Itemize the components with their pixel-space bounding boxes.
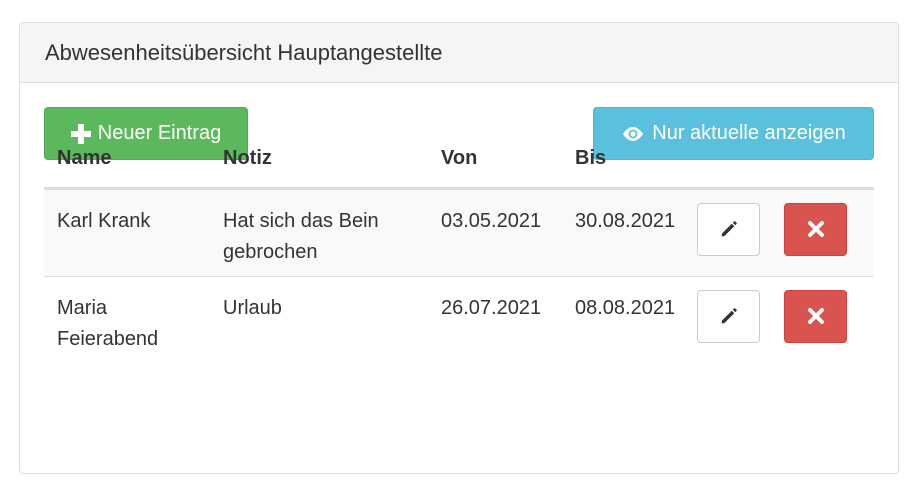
pencil-icon bbox=[721, 221, 737, 237]
cell-notiz: Urlaub bbox=[210, 275, 428, 364]
column-header-delete bbox=[784, 130, 874, 190]
panel-title: Abwesenheitsübersicht Hauptangestellte bbox=[45, 39, 443, 65]
absence-panel: Abwesenheitsübersicht Hauptangestellte N… bbox=[19, 22, 899, 474]
column-header-notiz: Notiz bbox=[210, 130, 428, 190]
table-row: Maria Feierabend Urlaub 26.07.2021 08.08… bbox=[44, 275, 874, 364]
column-header-name: Name bbox=[44, 130, 210, 190]
cell-von: 26.07.2021 bbox=[428, 275, 562, 364]
cell-bis: 30.08.2021 bbox=[562, 187, 697, 276]
cell-notiz: Hat sich das Bein gebrochen bbox=[210, 187, 428, 276]
pencil-icon bbox=[721, 308, 737, 324]
table-row: Karl Krank Hat sich das Bein gebrochen 0… bbox=[44, 187, 874, 276]
column-header-von: Von bbox=[428, 130, 562, 190]
cell-edit bbox=[697, 275, 784, 364]
cell-delete bbox=[784, 275, 874, 364]
edit-button[interactable] bbox=[697, 289, 760, 343]
absence-table: Name Notiz Von Bis Karl Krank Hat sich d… bbox=[44, 130, 874, 364]
table-header-row: Name Notiz Von Bis bbox=[44, 130, 874, 190]
cell-name: Maria Feierabend bbox=[44, 275, 210, 364]
cell-name: Karl Krank bbox=[44, 187, 210, 276]
cell-edit bbox=[697, 187, 784, 276]
times-icon bbox=[807, 308, 824, 324]
times-icon bbox=[807, 221, 824, 237]
delete-button[interactable] bbox=[784, 289, 847, 343]
panel-heading: Abwesenheitsübersicht Hauptangestellte bbox=[20, 23, 898, 83]
delete-button[interactable] bbox=[784, 202, 847, 256]
edit-button[interactable] bbox=[697, 202, 760, 256]
column-header-edit bbox=[697, 130, 784, 190]
cell-von: 03.05.2021 bbox=[428, 187, 562, 276]
column-header-bis: Bis bbox=[562, 130, 697, 190]
cell-delete bbox=[784, 187, 874, 276]
cell-bis: 08.08.2021 bbox=[562, 275, 697, 364]
